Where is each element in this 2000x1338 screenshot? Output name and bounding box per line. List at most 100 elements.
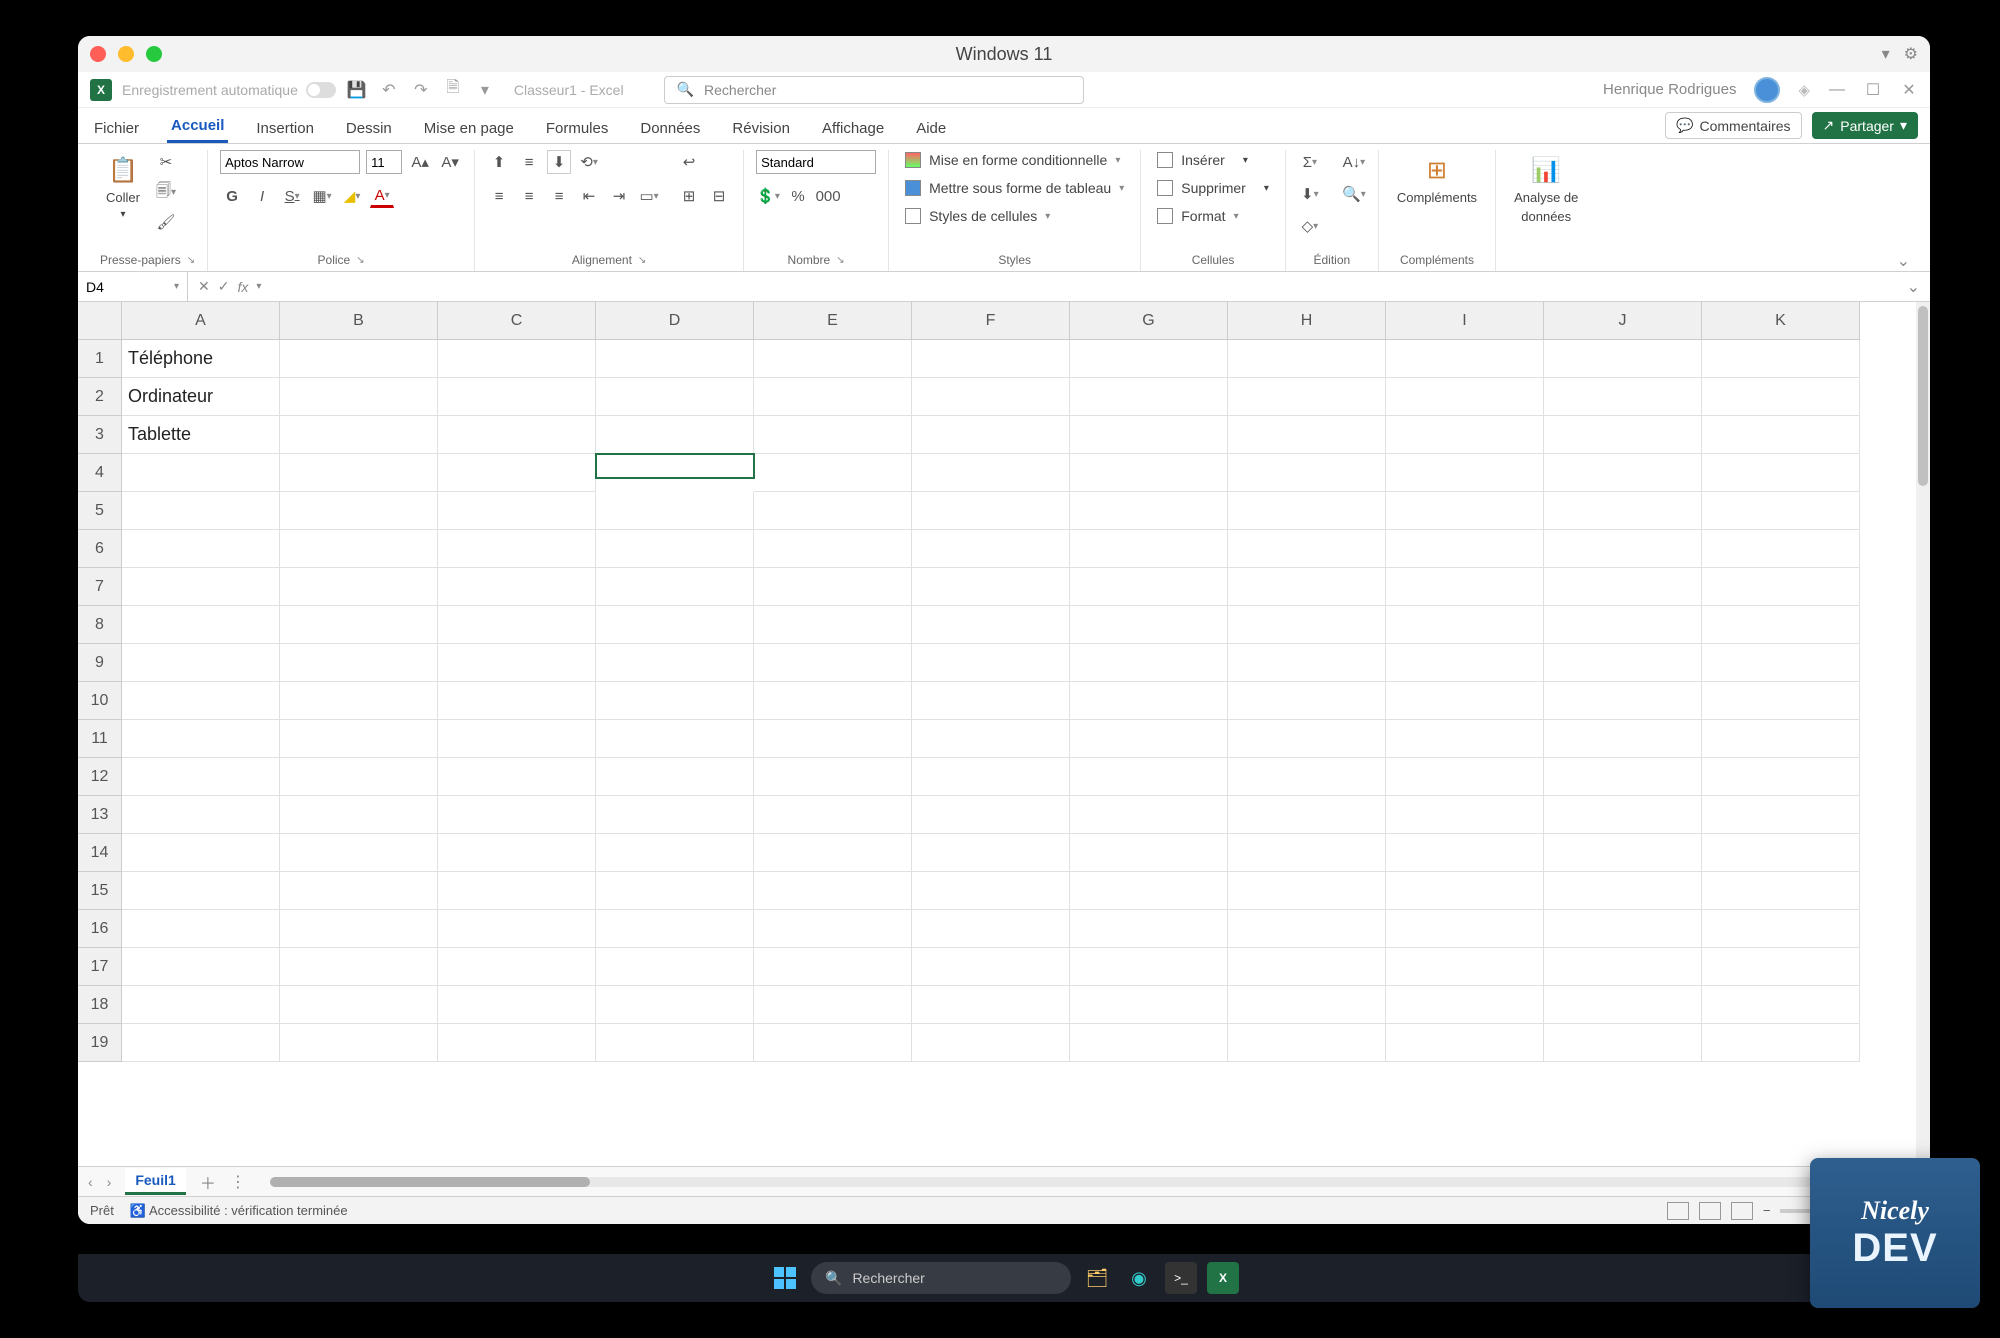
cell[interactable] xyxy=(122,454,280,492)
cell[interactable] xyxy=(1702,872,1860,910)
cell[interactable] xyxy=(122,682,280,720)
cell[interactable] xyxy=(754,530,912,568)
cell[interactable] xyxy=(280,834,438,872)
cell[interactable] xyxy=(912,872,1070,910)
sheet-next-icon[interactable]: › xyxy=(107,1174,112,1190)
row-header[interactable]: 5 xyxy=(78,492,122,530)
cell[interactable] xyxy=(1070,416,1228,454)
cell[interactable] xyxy=(754,948,912,986)
cell[interactable] xyxy=(912,606,1070,644)
cell[interactable] xyxy=(754,606,912,644)
zoom-out-icon[interactable]: − xyxy=(1763,1203,1771,1218)
cell[interactable] xyxy=(754,872,912,910)
fill-icon[interactable]: ⬇ xyxy=(1298,182,1322,206)
cell[interactable] xyxy=(1070,948,1228,986)
cell[interactable] xyxy=(1228,606,1386,644)
avatar[interactable] xyxy=(1754,77,1780,103)
cell[interactable] xyxy=(1702,720,1860,758)
tab-aide[interactable]: Aide xyxy=(912,114,950,143)
cell[interactable] xyxy=(596,644,754,682)
terminal-icon[interactable]: >_ xyxy=(1165,1262,1197,1294)
cell[interactable] xyxy=(280,606,438,644)
cell[interactable] xyxy=(1386,644,1544,682)
cell[interactable] xyxy=(912,454,1070,492)
cell[interactable] xyxy=(280,530,438,568)
cell[interactable] xyxy=(1228,568,1386,606)
merge-cells-icon[interactable]: ⊞ xyxy=(677,184,701,208)
cell[interactable] xyxy=(1544,910,1702,948)
cell[interactable] xyxy=(1544,340,1702,378)
sheet-tab[interactable]: Feuil1 xyxy=(125,1168,185,1195)
name-box[interactable]: D4▾ xyxy=(78,272,188,301)
row-header[interactable]: 19 xyxy=(78,1024,122,1062)
currency-icon[interactable]: 💲 xyxy=(756,184,780,208)
cell[interactable] xyxy=(754,720,912,758)
cell[interactable] xyxy=(438,606,596,644)
cell[interactable] xyxy=(1544,644,1702,682)
column-header[interactable]: H xyxy=(1228,302,1386,340)
cell[interactable] xyxy=(1070,530,1228,568)
cell[interactable] xyxy=(122,1024,280,1062)
cell[interactable] xyxy=(438,492,596,530)
cell[interactable]: Tablette xyxy=(122,416,280,454)
cell[interactable] xyxy=(1070,758,1228,796)
column-header[interactable]: C xyxy=(438,302,596,340)
align-bottom-icon[interactable]: ⬇ xyxy=(547,150,571,174)
format-cells-button[interactable]: Format xyxy=(1153,206,1242,226)
cell[interactable] xyxy=(122,606,280,644)
cell[interactable] xyxy=(596,492,754,530)
cell[interactable] xyxy=(596,682,754,720)
cell[interactable] xyxy=(1702,682,1860,720)
tab-fichier[interactable]: Fichier xyxy=(90,114,143,143)
cell[interactable] xyxy=(754,796,912,834)
align-center-icon[interactable]: ≡ xyxy=(517,184,541,208)
cell[interactable] xyxy=(754,378,912,416)
cell[interactable] xyxy=(596,720,754,758)
cell[interactable] xyxy=(912,910,1070,948)
font-size-input[interactable] xyxy=(366,150,402,174)
underline-button[interactable]: S xyxy=(280,184,304,208)
align-left-icon[interactable]: ≡ xyxy=(487,184,511,208)
save-icon[interactable]: 💾 xyxy=(346,79,368,101)
cell[interactable] xyxy=(1070,492,1228,530)
cell[interactable] xyxy=(1544,796,1702,834)
cell[interactable] xyxy=(596,606,754,644)
row-header[interactable]: 6 xyxy=(78,530,122,568)
cell[interactable] xyxy=(1544,378,1702,416)
cell[interactable] xyxy=(1544,606,1702,644)
cell[interactable] xyxy=(912,530,1070,568)
cell[interactable] xyxy=(1386,530,1544,568)
cell[interactable] xyxy=(122,796,280,834)
tab-dessin[interactable]: Dessin xyxy=(342,114,396,143)
cell[interactable] xyxy=(438,796,596,834)
page-layout-view-icon[interactable] xyxy=(1699,1202,1721,1220)
cell[interactable] xyxy=(1228,834,1386,872)
cell[interactable] xyxy=(1228,1024,1386,1062)
tab-mise-en-page[interactable]: Mise en page xyxy=(420,114,518,143)
sheet-prev-icon[interactable]: ‹ xyxy=(88,1174,93,1190)
indent-decrease-icon[interactable]: ⇤ xyxy=(577,184,601,208)
cell[interactable] xyxy=(1228,910,1386,948)
column-header[interactable]: J xyxy=(1544,302,1702,340)
cell[interactable] xyxy=(912,644,1070,682)
find-icon[interactable]: 🔍 xyxy=(1342,182,1366,206)
row-header[interactable]: 11 xyxy=(78,720,122,758)
cell[interactable] xyxy=(438,872,596,910)
select-all-corner[interactable] xyxy=(78,302,122,340)
clear-icon[interactable]: ◇ xyxy=(1298,214,1322,238)
row-header[interactable]: 10 xyxy=(78,682,122,720)
dialog-launcher-icon[interactable]: ↘ xyxy=(187,255,195,266)
close-icon[interactable] xyxy=(90,46,106,62)
user-name[interactable]: Henrique Rodrigues xyxy=(1603,81,1736,98)
cell[interactable] xyxy=(1228,492,1386,530)
cell[interactable] xyxy=(280,1024,438,1062)
taskbar-search[interactable]: 🔍Rechercher xyxy=(811,1262,1071,1294)
cell[interactable] xyxy=(1386,872,1544,910)
cell[interactable] xyxy=(438,910,596,948)
wrap-text-icon[interactable]: ↩ xyxy=(677,150,701,174)
cell[interactable] xyxy=(1070,1024,1228,1062)
cell[interactable] xyxy=(1386,910,1544,948)
cell[interactable] xyxy=(1228,758,1386,796)
cell[interactable] xyxy=(1228,378,1386,416)
horizontal-scrollbar[interactable] xyxy=(270,1177,1910,1187)
